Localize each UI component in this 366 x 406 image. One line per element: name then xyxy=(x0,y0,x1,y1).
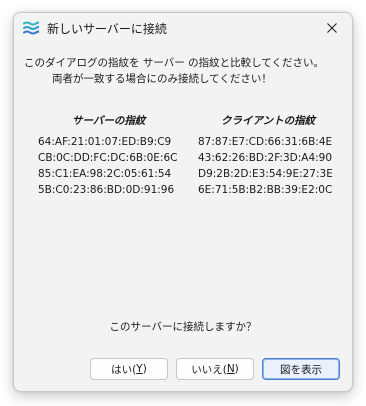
yes-button-label: はい( xyxy=(111,363,137,376)
client-fingerprint-line: 6E:71:5B:B2:BB:39:E2:0C xyxy=(198,184,333,196)
client-fingerprint-line: 87:87:E7:CD:66:31:6B:4E xyxy=(198,136,333,148)
dialog-title: 新しいサーバーに接続 xyxy=(47,22,167,36)
show-chart-button-label: 図を表示 xyxy=(280,363,322,376)
server-fingerprint-line: 85:C1:EA:98:2C:05:61:54 xyxy=(38,168,172,180)
connect-dialog: 新しいサーバーに接続 このダイアログの指紋を サーバー の指紋と比較してください… xyxy=(13,12,353,392)
client-fingerprint-line: D9:2B:2D:E3:54:9E:27:3E xyxy=(198,168,333,180)
server-fingerprint-line: CB:0C:DD:FC:DC:6B:0E:6C xyxy=(38,152,178,164)
yes-button[interactable]: はい(Y) xyxy=(90,358,168,380)
close-icon xyxy=(327,23,337,33)
client-fingerprint-line: 43:62:26:BD:2F:3D:A4:90 xyxy=(198,152,333,164)
no-button[interactable]: いいえ(N) xyxy=(176,358,254,380)
no-button-suffix: ) xyxy=(234,363,239,375)
yes-button-suffix: ) xyxy=(142,363,147,375)
no-button-label: いいえ( xyxy=(191,363,227,376)
instruction-line-2: 両者が一致する場合にのみ接続してください！ xyxy=(52,73,272,85)
server-fingerprint-heading: サーバーの指紋 xyxy=(72,115,146,127)
server-fingerprint-list: 64:AF:21:01:07:ED:B9:C9 CB:0C:DD:FC:DC:6… xyxy=(38,134,178,198)
show-chart-button[interactable]: 図を表示 xyxy=(262,358,340,380)
no-button-accesskey: N xyxy=(226,363,235,375)
client-fingerprint-list: 87:87:E7:CD:66:31:6B:4E 43:62:26:BD:2F:3… xyxy=(198,134,333,198)
waves-icon xyxy=(23,21,39,35)
server-fingerprint-line: 5B:C0:23:86:BD:0D:91:96 xyxy=(38,184,175,196)
instruction-line-1: このダイアログの指紋を サーバー の指紋と比較してください。 xyxy=(24,57,324,69)
title-bar: 新しいサーバーに接続 xyxy=(14,13,352,43)
server-fingerprint-line: 64:AF:21:01:07:ED:B9:C9 xyxy=(38,136,172,148)
instruction-message: このダイアログの指紋を サーバー の指紋と比較してください。 両者が一致する場合… xyxy=(24,55,324,87)
connect-question: このサーバーに接続しますか？ xyxy=(109,321,257,333)
close-button[interactable] xyxy=(312,13,352,43)
client-fingerprint-heading: クライアントの指紋 xyxy=(221,115,316,127)
